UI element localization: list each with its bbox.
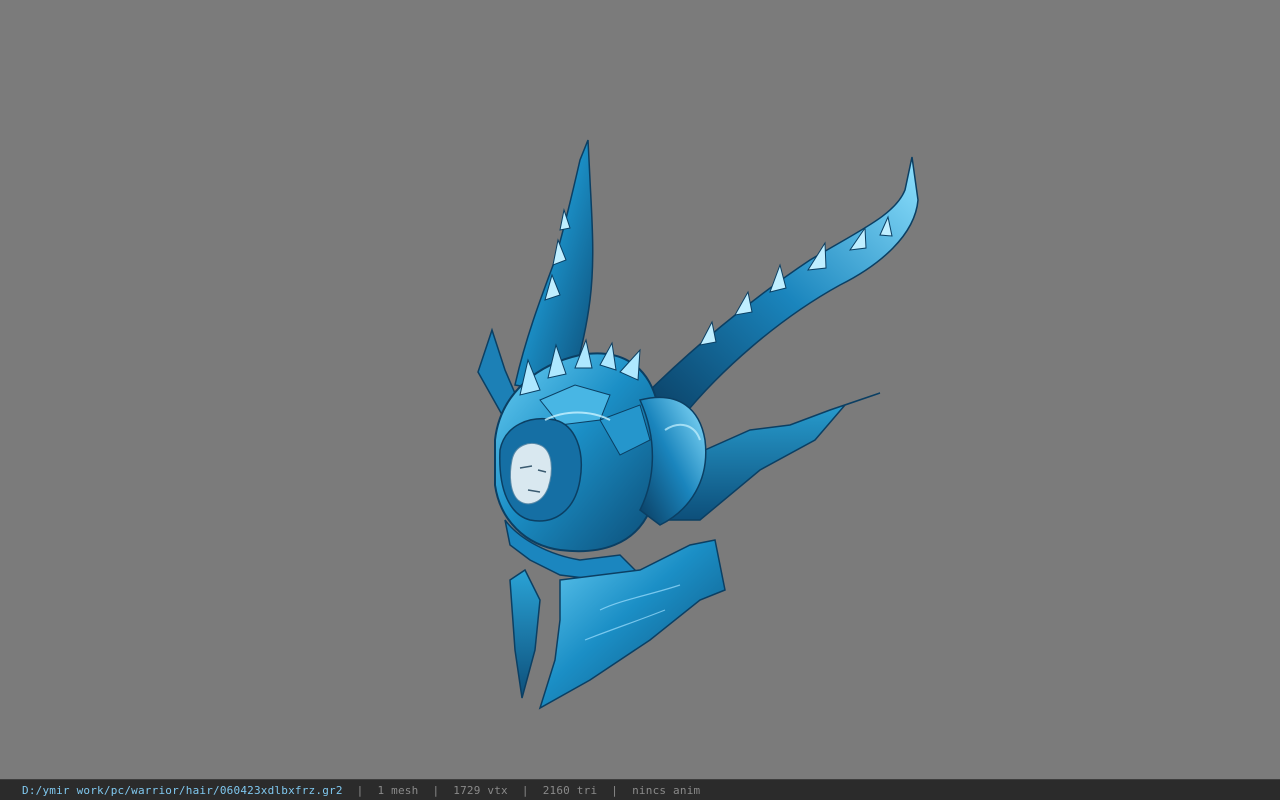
mesh-count: 1 mesh [377,783,419,797]
separator: | [611,783,619,797]
animation-status: nincs anim [632,783,701,797]
3d-viewport[interactable] [0,0,1280,778]
vertex-count: 1729 vtx [453,783,508,797]
status-bar: D:/ymir work/pc/warrior/hair/060423xdlbx… [0,779,1280,800]
separator: | [432,783,440,797]
separator: | [521,783,529,797]
helmet-model[interactable] [0,0,1280,778]
separator: | [356,783,364,797]
left-tassel [509,568,541,699]
file-path: D:/ymir work/pc/warrior/hair/060423xdlbx… [22,783,343,797]
triangle-count: 2160 tri [542,783,598,797]
